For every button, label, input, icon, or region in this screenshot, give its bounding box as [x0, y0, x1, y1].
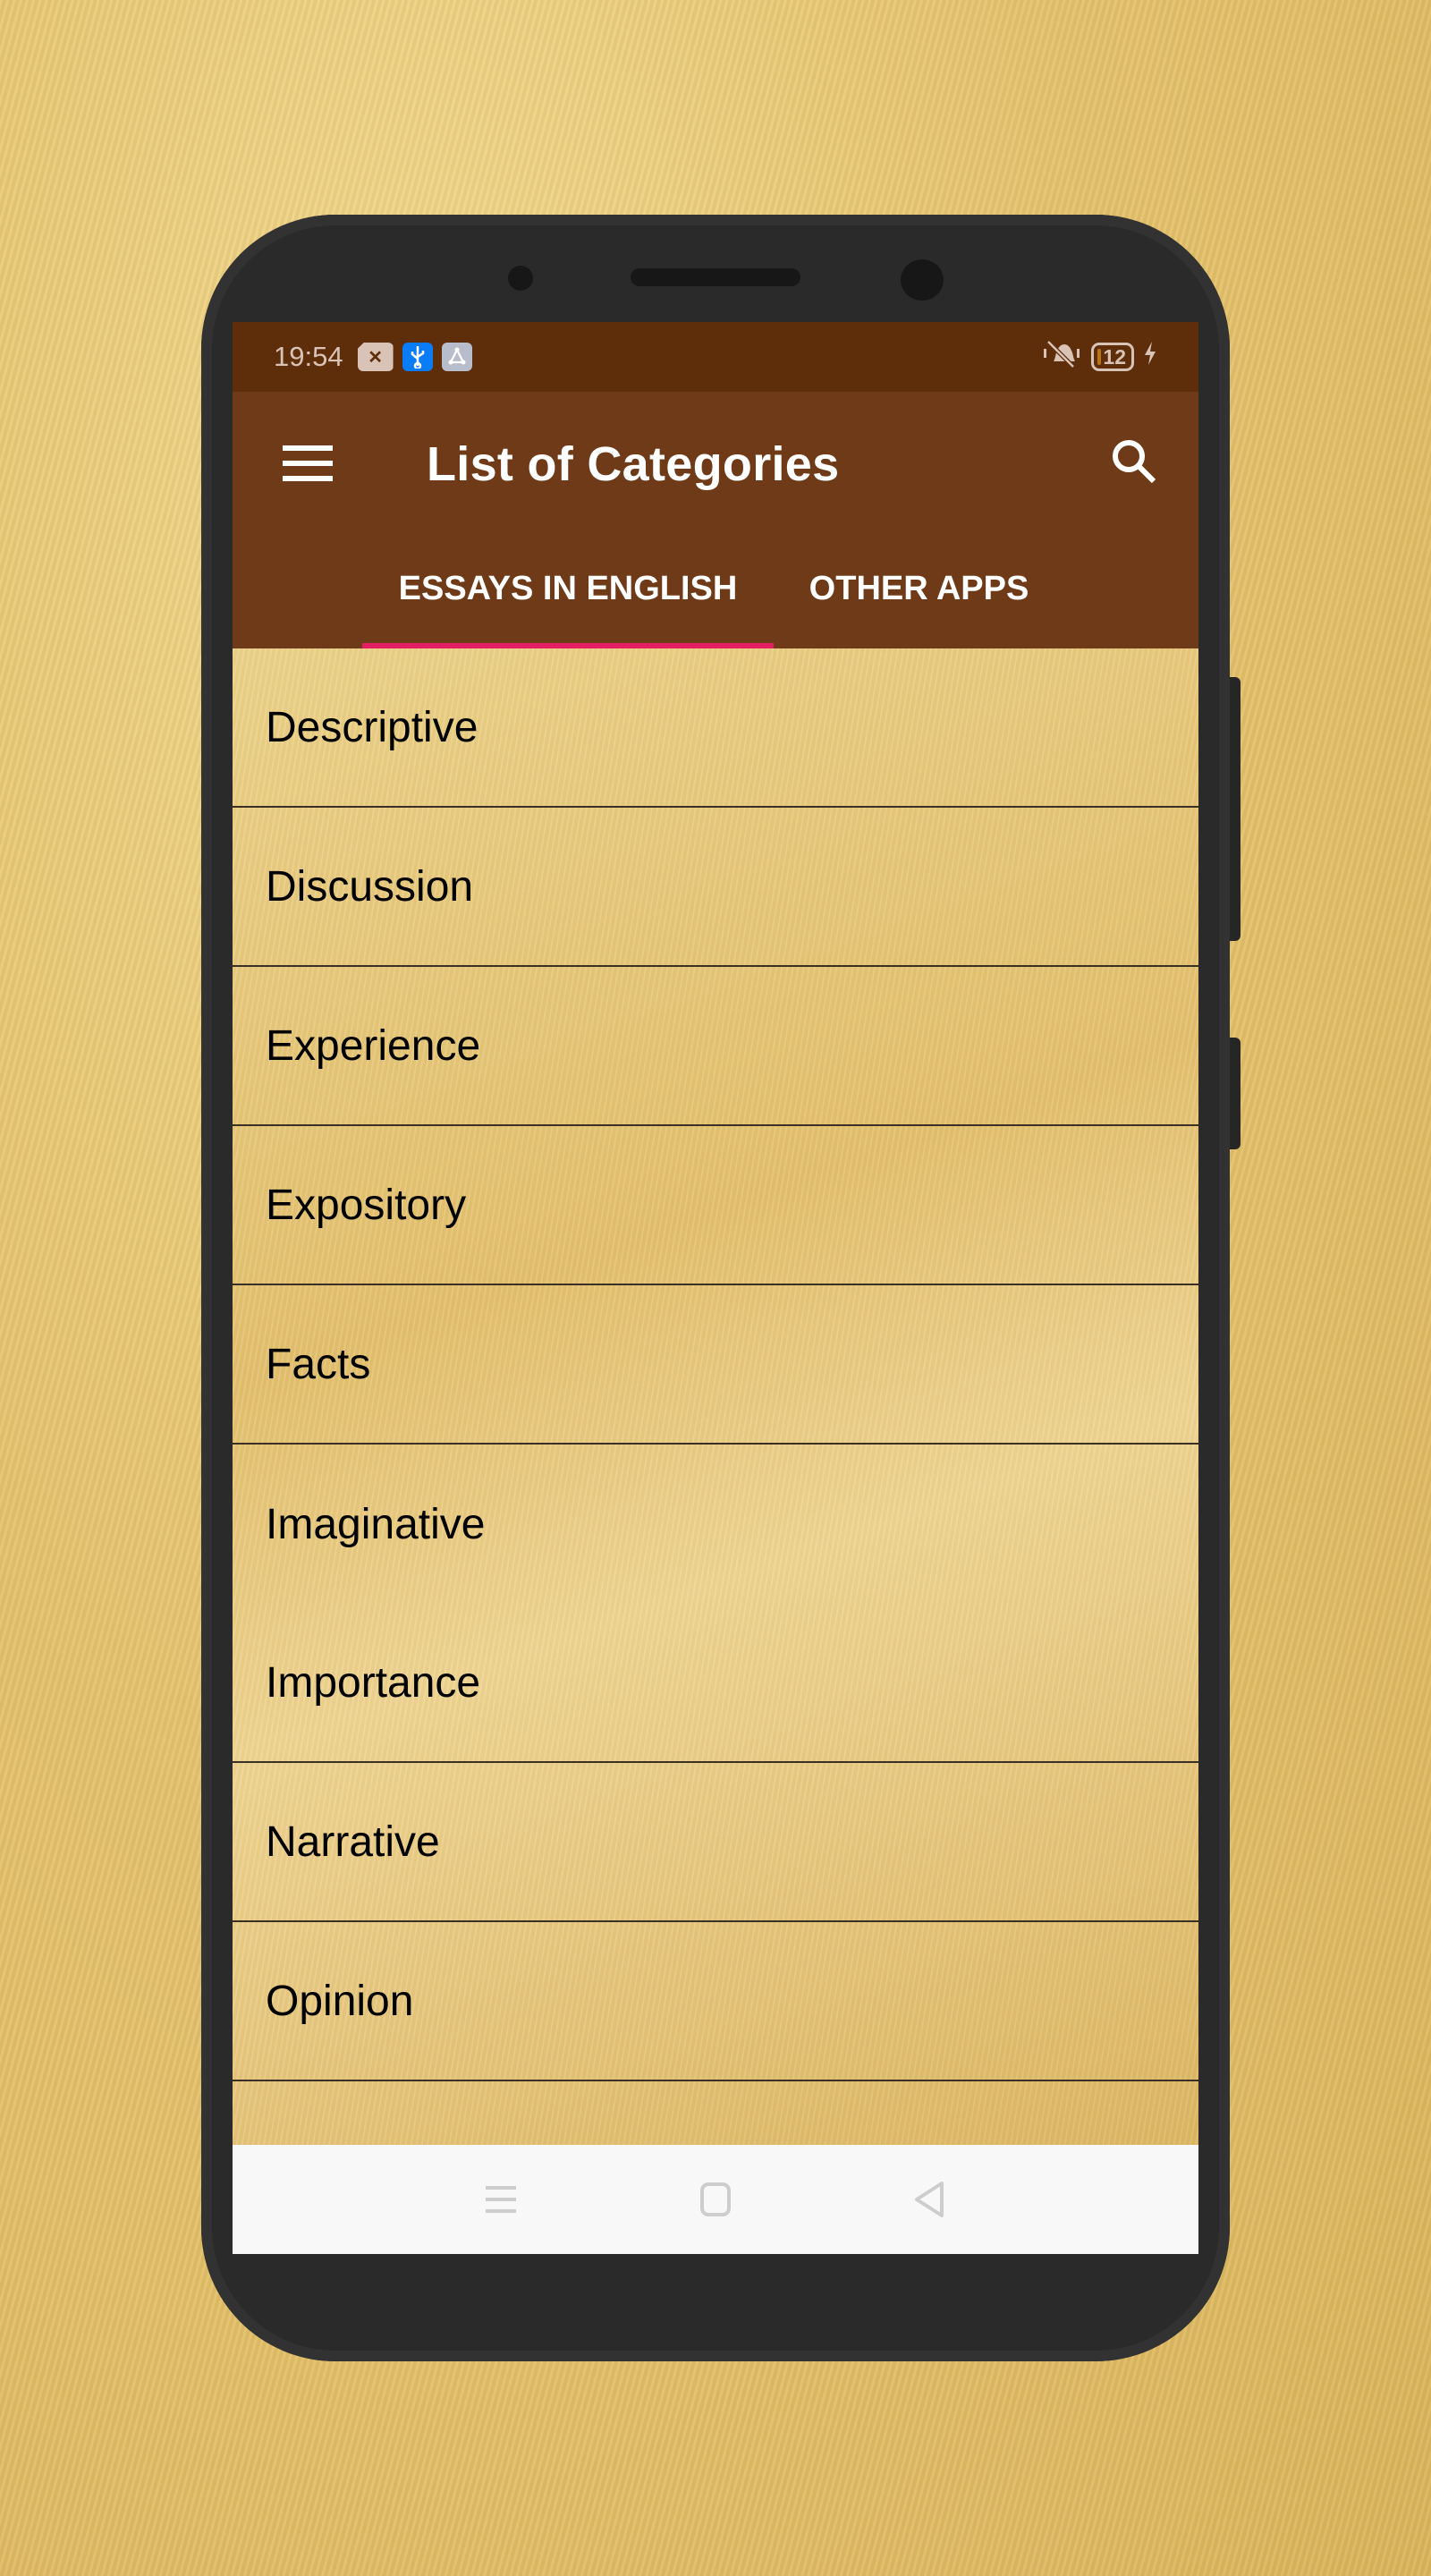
list-item-label: Facts [266, 1340, 371, 1388]
list-item[interactable]: Descriptive [233, 648, 1198, 808]
tab-label: OTHER APPS [809, 569, 1029, 607]
battery-level: 12 [1103, 344, 1126, 369]
list-item-label: Imaginative [266, 1500, 486, 1548]
list-item-label: Expository [266, 1181, 467, 1229]
system-nav-bar [233, 2145, 1198, 2254]
list-item[interactable]: Facts [233, 1285, 1198, 1445]
power-button [1230, 1038, 1240, 1149]
volume-button [1230, 677, 1240, 941]
search-icon[interactable] [1109, 436, 1163, 490]
tab-label: ESSAYS IN ENGLISH [398, 569, 738, 607]
charging-icon [1143, 341, 1157, 373]
list-item-label: Experience [266, 1021, 481, 1070]
hamburger-menu-icon[interactable] [283, 445, 333, 481]
usb-icon [402, 343, 433, 371]
list-item[interactable]: Importance [233, 1604, 1198, 1763]
list-item[interactable]: Opinion [233, 1922, 1198, 2081]
tab-bar: ESSAYS IN ENGLISH OTHER APPS [233, 541, 1198, 648]
battery-level-fill [1097, 349, 1102, 365]
list-item[interactable]: Discussion [233, 808, 1198, 967]
list-item-label: Importance [266, 1658, 481, 1707]
home-icon[interactable] [689, 2173, 742, 2226]
app-bar: List of Categories ESSAYS IN ENGLISH OTH… [233, 392, 1198, 648]
tab-other-apps[interactable]: OTHER APPS [774, 541, 1064, 648]
list-item[interactable]: Experience [233, 967, 1198, 1126]
category-list: Descriptive Discussion Experience Exposi… [233, 648, 1198, 2147]
front-camera [901, 259, 944, 301]
vibrate-mute-icon [1041, 338, 1082, 376]
back-icon[interactable] [903, 2173, 957, 2226]
list-item[interactable]: Expository [233, 1126, 1198, 1285]
page-title: List of Categories [427, 437, 840, 491]
recents-icon[interactable] [474, 2173, 528, 2226]
list-item-label: Discussion [266, 862, 474, 911]
list-item-label: Narrative [266, 1818, 440, 1866]
status-time: 19:54 [274, 341, 343, 372]
close-notification-icon: ✕ [357, 343, 394, 371]
battery-icon: 12 [1091, 343, 1134, 371]
list-item-label: Opinion [266, 1977, 414, 2025]
tab-essays-in-english[interactable]: ESSAYS IN ENGLISH [362, 541, 774, 648]
list-item[interactable]: Imaginative [233, 1445, 1198, 1604]
network-share-icon [441, 343, 472, 371]
phone-screen: 19:54 ✕ 12 List of Categories ESSAYS IN … [233, 322, 1198, 2254]
proximity-sensor [508, 266, 533, 291]
status-bar: 19:54 ✕ 12 [233, 322, 1198, 392]
earpiece-speaker [631, 268, 800, 286]
list-item-label: Descriptive [266, 703, 478, 751]
list-item[interactable]: Narrative [233, 1763, 1198, 1922]
